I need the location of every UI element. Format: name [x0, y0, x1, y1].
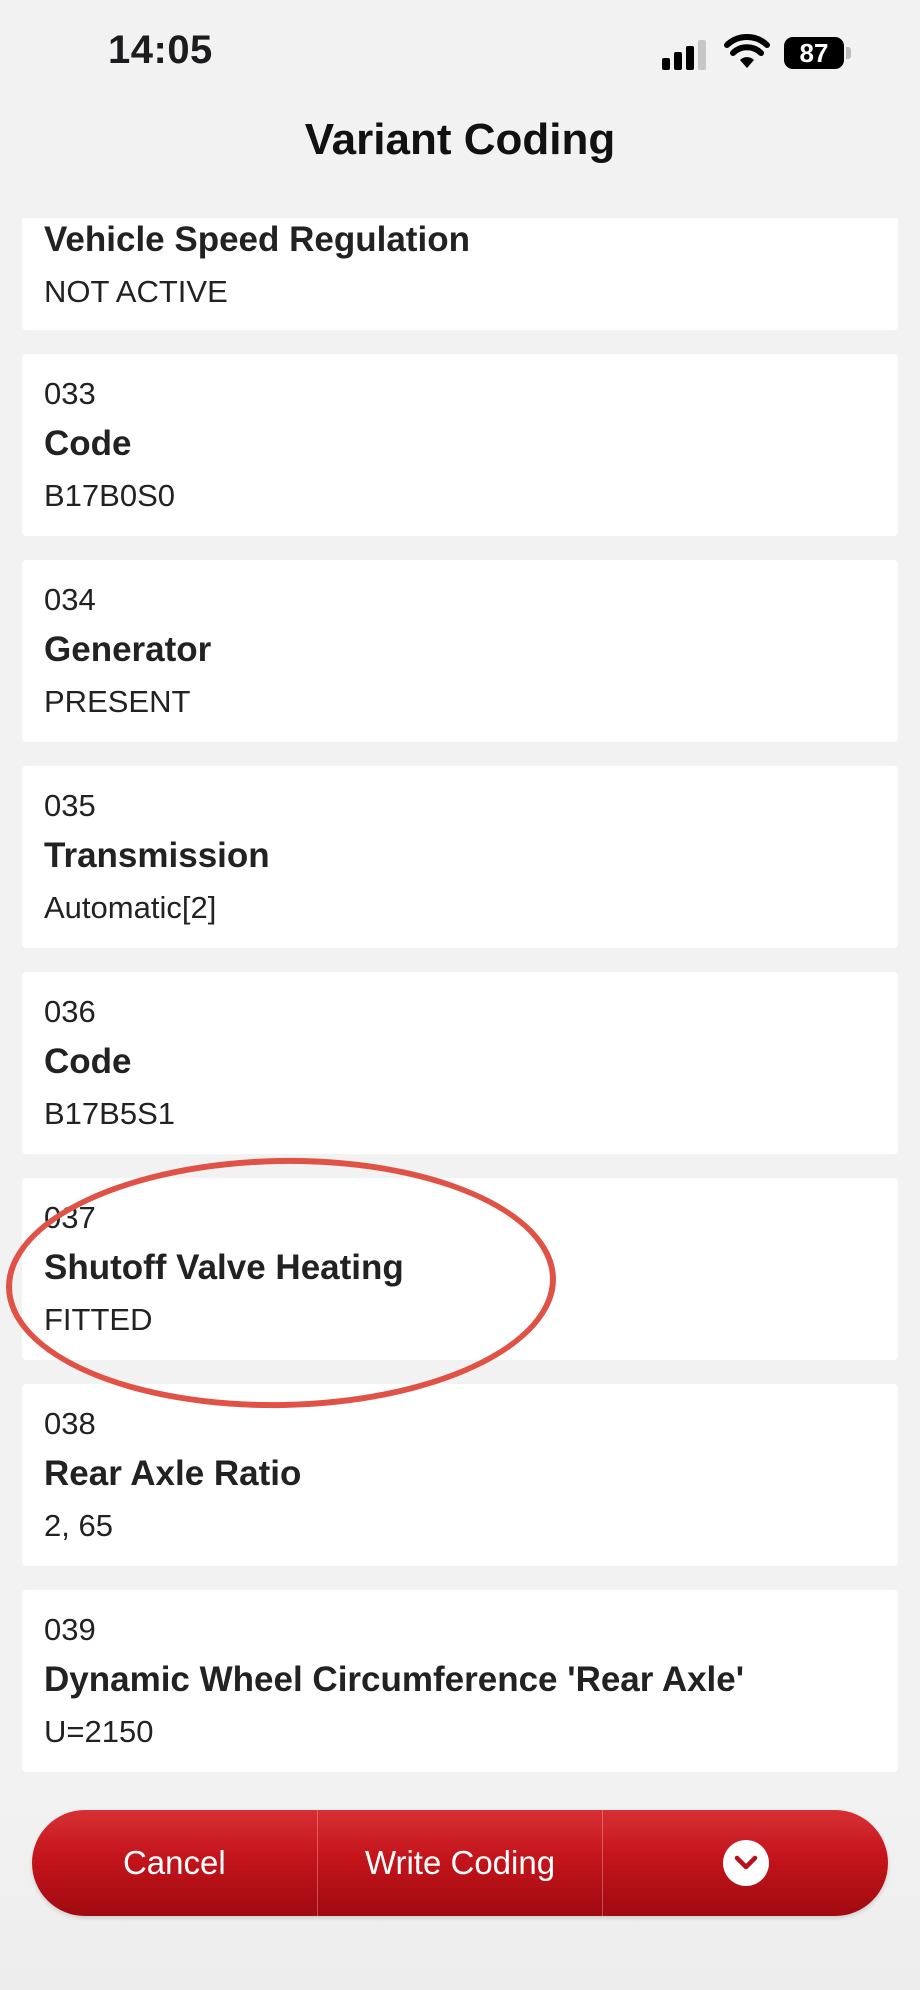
item-name: Vehicle Speed Regulation	[44, 220, 470, 259]
list-item[interactable]: 038 Rear Axle Ratio 2, 65	[22, 1384, 898, 1566]
item-name: Rear Axle Ratio	[44, 1454, 302, 1493]
chevron-down-icon	[722, 1840, 769, 1886]
item-number: 035	[44, 788, 96, 823]
action-bar: Cancel Write Coding	[32, 1810, 888, 1916]
status-time: 14:05	[108, 28, 213, 72]
item-value: FITTED	[44, 1302, 153, 1337]
item-value: Automatic[2]	[44, 890, 217, 925]
status-bar: 14:05 87	[0, 0, 920, 110]
item-number: 033	[44, 376, 96, 411]
list-item[interactable]: 034 Generator PRESENT	[22, 560, 898, 742]
item-name: Generator	[44, 630, 212, 669]
item-value: U=2150	[44, 1714, 154, 1749]
item-name: Code	[44, 424, 132, 463]
item-number: 038	[44, 1406, 96, 1441]
item-number: 034	[44, 582, 96, 617]
item-number: 036	[44, 994, 96, 1029]
write-coding-button[interactable]: Write Coding	[316, 1810, 603, 1916]
list-item[interactable]: 033 Code B17B0S0	[22, 354, 898, 536]
list-item[interactable]: 036 Code B17B5S1	[22, 972, 898, 1154]
item-value: PRESENT	[44, 684, 191, 719]
list-item[interactable]: 035 Transmission Automatic[2]	[22, 766, 898, 948]
list-item[interactable]: Vehicle Speed Regulation NOT ACTIVE	[22, 218, 898, 330]
wifi-icon	[724, 34, 770, 68]
coding-list[interactable]: Vehicle Speed Regulation NOT ACTIVE 033 …	[22, 218, 898, 1788]
list-item[interactable]: 037 Shutoff Valve Heating FITTED	[22, 1178, 898, 1360]
item-name: Dynamic Wheel Circumference 'Rear Axle'	[44, 1660, 745, 1699]
item-number: 037	[44, 1200, 96, 1235]
item-value: 2, 65	[44, 1508, 113, 1543]
page-title: Variant Coding	[304, 115, 616, 164]
item-name: Shutoff Valve Heating	[44, 1248, 404, 1287]
item-number: 039	[44, 1612, 96, 1647]
list-item[interactable]: 039 Dynamic Wheel Circumference 'Rear Ax…	[22, 1590, 898, 1772]
cancel-button[interactable]: Cancel	[32, 1810, 317, 1916]
battery-icon: 87	[784, 37, 852, 69]
cellular-signal-icon	[662, 40, 706, 70]
item-name: Transmission	[44, 836, 270, 875]
item-value: NOT ACTIVE	[44, 274, 228, 309]
more-options-button[interactable]	[602, 1810, 888, 1916]
item-name: Code	[44, 1042, 132, 1081]
battery-level: 87	[784, 37, 844, 69]
item-value: B17B5S1	[44, 1096, 175, 1131]
item-value: B17B0S0	[44, 478, 175, 513]
